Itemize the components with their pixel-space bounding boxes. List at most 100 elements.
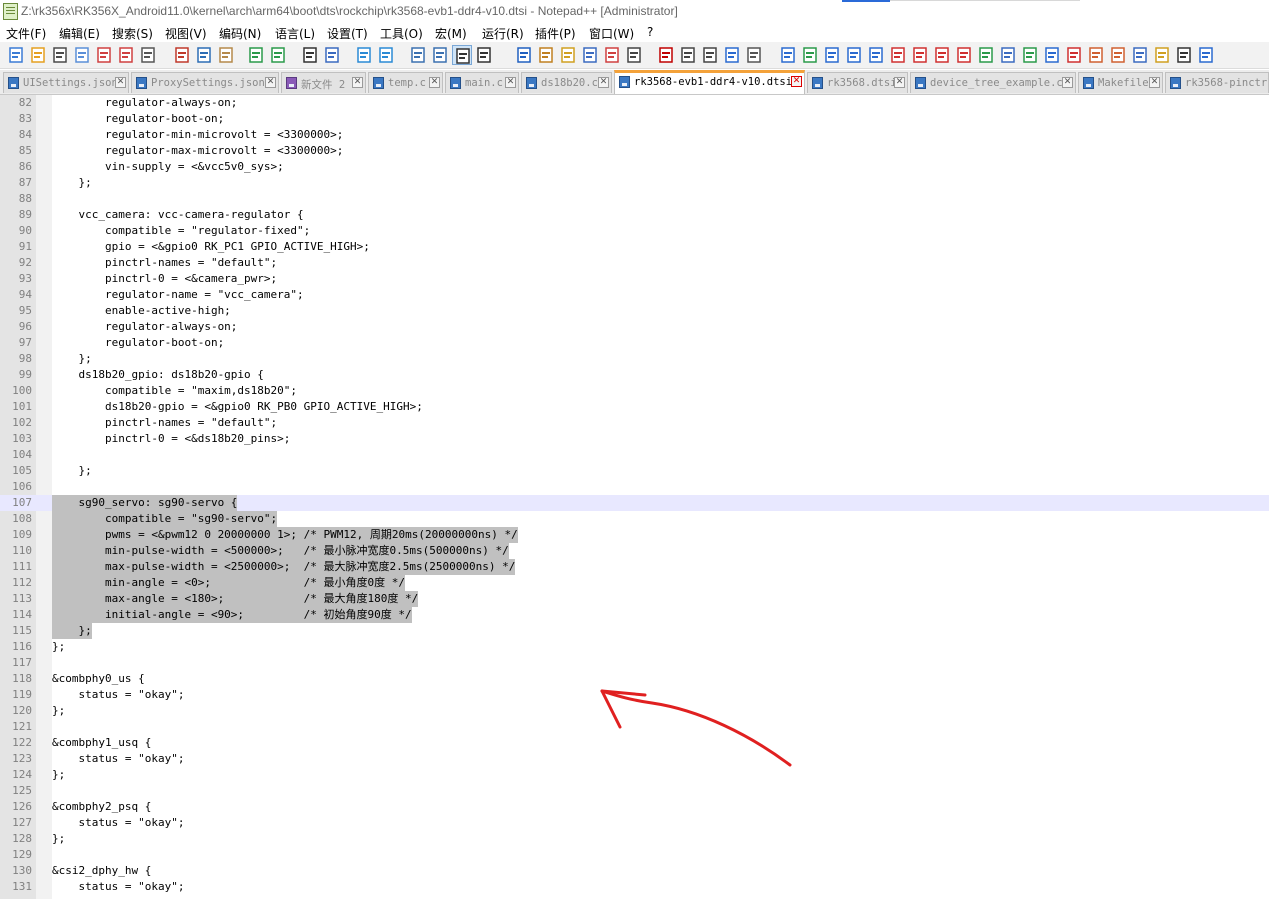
plugin-l-icon[interactable] (1020, 45, 1040, 65)
code-line[interactable]: 82 regulator-always-on; (0, 95, 1269, 111)
code-line[interactable]: 129 (0, 847, 1269, 863)
save-icon[interactable] (50, 45, 70, 65)
code-line[interactable]: 125 (0, 783, 1269, 799)
plugin-m-icon[interactable] (1042, 45, 1062, 65)
menu-macro[interactable]: 宏(M) (435, 25, 467, 42)
code-line[interactable]: 102 pinctrl-names = "default"; (0, 415, 1269, 431)
plugin-e-icon[interactable] (866, 45, 886, 65)
code-line[interactable]: 83 regulator-boot-on; (0, 111, 1269, 127)
plugin-h-icon[interactable] (932, 45, 952, 65)
code-line[interactable]: 116}; (0, 639, 1269, 655)
run-macro-multiple-icon[interactable] (722, 45, 742, 65)
menu-tools[interactable]: 工具(O) (380, 25, 423, 42)
code-line[interactable]: 100 compatible = "maxim,ds18b20"; (0, 383, 1269, 399)
code-line[interactable]: 103 pinctrl-0 = <&ds18b20_pins>; (0, 431, 1269, 447)
indent-guide-icon[interactable] (514, 45, 534, 65)
menu-encoding[interactable]: 编码(N) (219, 25, 261, 42)
function-list-icon[interactable] (580, 45, 600, 65)
code-line[interactable]: 96 regulator-always-on; (0, 319, 1269, 335)
code-line[interactable]: 115 }; (0, 623, 1269, 639)
code-line[interactable]: 87 }; (0, 175, 1269, 191)
find-icon[interactable] (300, 45, 320, 65)
code-line[interactable]: 128}; (0, 831, 1269, 847)
close-tab-icon[interactable]: ✕ (894, 77, 905, 88)
code-line[interactable]: 111 max-pulse-width = <2500000>; /* 最大脉冲… (0, 559, 1269, 575)
close-tab-icon[interactable]: ✕ (1149, 77, 1160, 88)
code-line[interactable]: 85 regulator-max-microvolt = <3300000>; (0, 143, 1269, 159)
tab-uisettings[interactable]: UISettings.json ✕ (3, 72, 129, 93)
udl-icon[interactable] (536, 45, 556, 65)
code-line[interactable]: 130 &csi2_dphy_hw { (0, 863, 1269, 879)
menu-settings[interactable]: 设置(T) (327, 25, 368, 42)
menu-help[interactable]: ? (647, 25, 653, 39)
menu-window[interactable]: 窗口(W) (589, 25, 634, 42)
sync-horizontal-icon[interactable] (430, 45, 450, 65)
plugin-r-icon[interactable] (1152, 45, 1172, 65)
code-line[interactable]: 107 sg90_servo: sg90-servo { (0, 495, 1269, 511)
zoom-out-icon[interactable] (376, 45, 396, 65)
code-line[interactable]: 112 min-angle = <0>; /* 最小角度0度 */ (0, 575, 1269, 591)
close-tab-icon[interactable]: ✕ (352, 77, 363, 88)
plugin-j-icon[interactable] (976, 45, 996, 65)
open-file-icon[interactable] (28, 45, 48, 65)
cut-icon[interactable] (172, 45, 192, 65)
play-macro-icon[interactable] (700, 45, 720, 65)
zoom-in-icon[interactable] (354, 45, 374, 65)
save-all-icon[interactable] (72, 45, 92, 65)
tab-main-c[interactable]: main.c ✕ (445, 72, 519, 93)
paste-icon[interactable] (216, 45, 236, 65)
close-tab-icon[interactable]: ✕ (598, 77, 609, 88)
code-line[interactable]: 109 pwms = <&pwm12 0 20000000 1>; /* PWM… (0, 527, 1269, 543)
close-icon[interactable] (94, 45, 114, 65)
plugin-d-icon[interactable] (844, 45, 864, 65)
code-line[interactable]: 90 compatible = "regulator-fixed"; (0, 223, 1269, 239)
plugin-a-icon[interactable] (778, 45, 798, 65)
plugin-n-icon[interactable] (1064, 45, 1084, 65)
plugin-b-icon[interactable] (800, 45, 820, 65)
code-line[interactable]: 106 (0, 479, 1269, 495)
close-tab-icon[interactable]: ✕ (265, 77, 276, 88)
code-line[interactable]: 108 compatible = "sg90-servo"; (0, 511, 1269, 527)
plugin-t-icon[interactable] (1196, 45, 1216, 65)
redo-icon[interactable] (268, 45, 288, 65)
code-line[interactable]: 89 vcc_camera: vcc-camera-regulator { (0, 207, 1269, 223)
plugin-o-icon[interactable] (1086, 45, 1106, 65)
plugin-g-icon[interactable] (910, 45, 930, 65)
plugin-c-icon[interactable] (822, 45, 842, 65)
menu-edit[interactable]: 编辑(E) (59, 25, 100, 42)
menu-run[interactable]: 运行(R) (482, 25, 524, 42)
code-line[interactable]: 95 enable-active-high; (0, 303, 1269, 319)
plugin-i-icon[interactable] (954, 45, 974, 65)
code-line[interactable]: 93 pinctrl-0 = <&camera_pwr>; (0, 271, 1269, 287)
plugin-k-icon[interactable] (998, 45, 1018, 65)
code-line[interactable]: 88 (0, 191, 1269, 207)
replace-icon[interactable] (322, 45, 342, 65)
code-line[interactable]: 97 regulator-boot-on; (0, 335, 1269, 351)
close-tab-icon[interactable]: ✕ (1062, 77, 1073, 88)
monitor-icon[interactable] (624, 45, 644, 65)
tab-ds18b20-c[interactable]: ds18b20.c ✕ (521, 72, 612, 93)
code-line[interactable]: 126 &combphy2_psq { (0, 799, 1269, 815)
tab-device-tree-example[interactable]: device_tree_example.c ✕ (910, 72, 1076, 93)
menu-file[interactable]: 文件(F) (6, 25, 46, 42)
new-file-icon[interactable] (6, 45, 26, 65)
tab-temp-c[interactable]: temp.c ✕ (368, 72, 443, 93)
tab-rk3568-pinctrl[interactable]: rk3568-pinctrl (1165, 72, 1269, 93)
sync-vertical-icon[interactable] (408, 45, 428, 65)
code-line[interactable]: 113 max-angle = <180>; /* 最大角度180度 */ (0, 591, 1269, 607)
stop-macro-icon[interactable] (678, 45, 698, 65)
close-tab-icon[interactable]: ✕ (505, 77, 516, 88)
undo-icon[interactable] (246, 45, 266, 65)
print-icon[interactable] (138, 45, 158, 65)
code-line[interactable]: 99 ds18b20_gpio: ds18b20-gpio { (0, 367, 1269, 383)
menu-language[interactable]: 语言(L) (275, 25, 315, 42)
folder-workspace-icon[interactable] (602, 45, 622, 65)
code-line[interactable]: 92 pinctrl-names = "default"; (0, 255, 1269, 271)
code-line[interactable]: 86 vin-supply = <&vcc5v0_sys>; (0, 159, 1269, 175)
editor-area[interactable]: 82 regulator-always-on; 83 regulator-boot… (0, 95, 1269, 899)
save-macro-icon[interactable] (744, 45, 764, 65)
code-line[interactable]: 84 regulator-min-microvolt = <3300000>; (0, 127, 1269, 143)
tab-rk3568-dtsi[interactable]: rk3568.dtsi ✕ (807, 72, 908, 93)
menu-view[interactable]: 视图(V) (165, 25, 207, 42)
word-wrap-icon[interactable] (452, 45, 472, 65)
